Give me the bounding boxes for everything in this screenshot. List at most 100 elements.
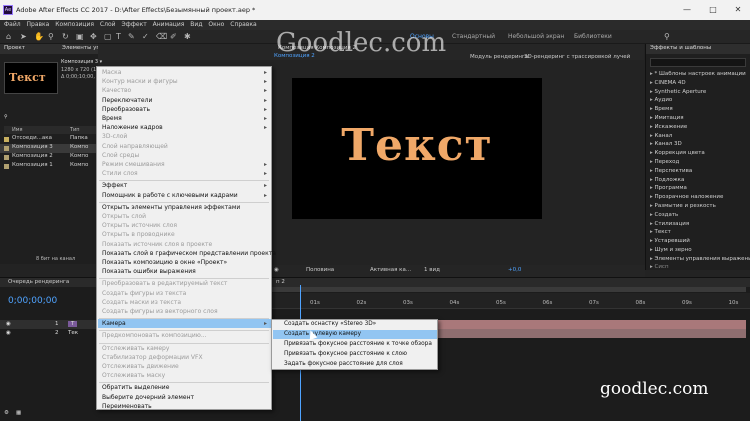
project-col-type[interactable]: Тип [70,127,80,133]
context-menu-item[interactable]: Отслеживать движение [102,363,179,370]
close-icon[interactable]: ✕ [731,4,745,16]
composition-canvas[interactable]: Текст [292,78,542,219]
puppet-tool-icon[interactable]: ✱ [184,32,191,42]
submenu-link-focus-to-layer[interactable]: Привязать фокусное расстояние к слою [284,351,407,357]
shape-tool-icon[interactable]: ▢ [104,32,112,42]
context-menu-item[interactable]: Режим смешивания [102,161,165,168]
home-icon[interactable]: ⌂ [6,32,11,42]
effects-panel-title[interactable]: Эффекты и шаблоны [650,45,711,51]
context-menu-item[interactable]: Маска [102,69,121,76]
project-col-name[interactable]: Имя [12,127,23,133]
menu-animation[interactable]: Анимация [153,20,185,30]
menu-effect[interactable]: Эффект [121,20,146,30]
workspace-libraries[interactable]: Библиотеки [574,33,612,40]
effects-category-item[interactable]: Шум и зерно [650,247,692,253]
effects-search-input[interactable] [650,58,746,67]
menu-layer[interactable]: Слой [100,20,116,30]
menu-help[interactable]: Справка [230,20,256,30]
context-menu-item[interactable]: Контур маски и фигуры [102,78,178,85]
text-tool-icon[interactable]: T [116,32,121,42]
context-menu-item[interactable]: Переключатели [102,97,152,104]
context-menu-item[interactable]: Выберите дочерний элемент [102,394,194,401]
hand-tool-icon[interactable]: ✋ [34,32,44,42]
context-menu-item[interactable]: Открыть в проводнике [102,231,175,238]
effects-category-item[interactable]: Аудио [650,97,673,103]
context-menu-item[interactable]: Показать композицию в окне «Проект» [102,259,227,266]
context-menu-item[interactable]: Показать слой в графическом представлени… [102,250,276,257]
toggle-modes-icon[interactable]: ▦ [16,410,21,416]
views-select[interactable]: 1 вид [424,267,440,273]
context-menu-item[interactable]: Слой направляющей [102,143,168,150]
effects-category-item[interactable]: Подложка [650,177,685,183]
visibility-eye-icon[interactable]: ◉ [6,330,11,336]
rotate-tool-icon[interactable]: ↻ [62,32,69,42]
project-item-comp3[interactable]: Композиция 3 Компо [0,144,98,153]
context-menu-item[interactable]: Открыть источник слоя [102,222,177,229]
camera-tool-icon[interactable]: ▣ [76,32,84,42]
context-menu-item[interactable]: Качество [102,87,131,94]
tab-render-queue[interactable]: Очередь рендеринга [8,279,69,285]
layer-1-duration-bar[interactable] [438,320,746,329]
search-help-icon[interactable]: ⚲ [664,32,670,42]
workspace-standard[interactable]: Стандартный [452,33,495,40]
eraser-tool-icon[interactable]: ⌫ [156,32,167,42]
toggle-switches-icon[interactable]: ⚙ [4,410,9,416]
menu-window[interactable]: Окно [208,20,224,30]
layer-name[interactable]: Тек [68,330,78,336]
context-menu-item[interactable]: Стили слоя [102,170,138,177]
effects-category-item[interactable]: Коррекция цвета [650,150,705,156]
layer-2-duration-bar[interactable] [438,329,746,338]
context-menu-item[interactable]: Помощник в работе с ключевыми кадрами [102,192,238,199]
project-item-folder[interactable]: Отсоеди...ака Папка [0,135,98,144]
effects-category-item[interactable]: Размытие и резкость [650,203,716,209]
submenu-create-stereo-rig[interactable]: Создать оснастку «Stereo 3D» [284,321,376,327]
pan-behind-tool-icon[interactable]: ✥ [90,32,97,42]
roto-tool-icon[interactable]: ✐ [170,32,177,42]
exposure-value[interactable]: +0,0 [508,267,521,273]
project-search-icon[interactable]: ⚲ [4,114,8,120]
submenu-create-null-camera[interactable]: Создать нулевую камеру [284,331,361,337]
minimize-icon[interactable]: — [680,4,694,16]
context-menu-item[interactable]: Наложение кадров [102,124,163,131]
effects-category-item[interactable]: Прозрачное наложение [650,194,724,200]
project-bit-depth[interactable]: 8 бит на канал [36,256,75,262]
canvas-text-layer[interactable]: Текст [292,120,542,171]
zoom-select[interactable]: Половина [306,267,334,273]
effects-category-item[interactable]: Элементы управления выражением [650,256,750,262]
effects-category-item[interactable]: Переход [650,159,680,165]
zoom-tool-icon[interactable]: ⚲ [48,32,54,42]
context-menu-item[interactable]: 3D-слой [102,133,127,140]
context-menu-item[interactable]: Отслеживать маску [102,372,165,379]
effects-category-item[interactable]: Искажение [650,124,688,130]
context-menu-item[interactable]: Время [102,115,122,122]
effects-category-item[interactable]: Время [650,106,673,112]
context-menu-item[interactable]: Показать источник слоя в проекте [102,241,212,248]
effects-category-item[interactable]: Перспектива [650,168,693,174]
snapshot-icon[interactable]: ◉ [274,267,279,273]
effects-category-item[interactable]: Устаревший [650,238,690,244]
effects-category-item[interactable]: Текст [650,229,671,235]
tab-project[interactable]: Проект [4,45,25,51]
effects-category-item[interactable]: Synthetic Aperture [650,89,707,95]
context-menu-item[interactable]: Отслеживать камеру [102,345,169,352]
visibility-eye-icon[interactable]: ◉ [6,321,11,327]
submenu-link-focus-to-poi[interactable]: Привязать фокусное расстояние к точке об… [284,341,432,347]
context-menu-item[interactable]: Предкомпоновать композицию... [102,332,207,339]
stamp-tool-icon[interactable]: ✓ [142,32,149,42]
maximize-icon[interactable]: □ [706,4,720,16]
menu-view[interactable]: Вид [190,20,202,30]
context-menu-item[interactable]: Открыть слой [102,213,146,220]
context-menu-item[interactable]: Создать фигуры из векторного слоя [102,308,218,315]
context-menu-item[interactable]: Преобразовать в редактируемый текст [102,280,227,287]
selection-tool-icon[interactable]: ➤ [20,32,27,42]
effects-category-item[interactable]: * Шаблоны настроек анимации [650,71,746,77]
layer-name[interactable]: Т [68,321,78,327]
context-menu-item[interactable]: Слой среды [102,152,139,159]
context-menu-item[interactable]: Эффект [102,182,127,189]
active-camera-select[interactable]: Активная ка... [370,267,411,273]
context-menu-item[interactable]: Камера [102,320,126,327]
work-area-bar[interactable] [272,287,746,292]
effects-category-item[interactable]: Стилизация [650,221,690,227]
submenu-set-focus-to-layer[interactable]: Задать фокусное расстояние для слоя [284,361,403,367]
workspace-small-screen[interactable]: Небольшой экран [508,33,564,40]
